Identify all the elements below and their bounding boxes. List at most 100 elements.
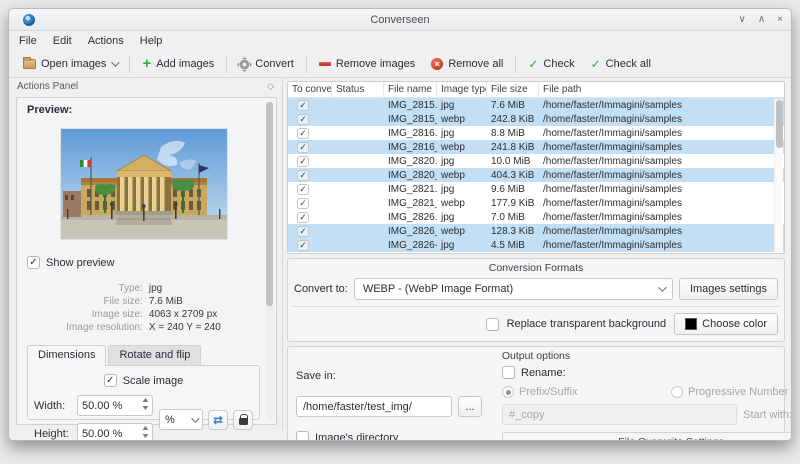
show-preview-label: Show preview — [46, 256, 115, 269]
table-row[interactable]: ✓ IMG_2826-M... jpg 4.5 MiB /home/faster… — [288, 238, 784, 252]
menubar: File Edit Actions Help — [9, 31, 791, 51]
height-value: 50.00 % — [82, 427, 123, 440]
replace-transparent-background-checkbox[interactable]: ✓ — [485, 317, 499, 331]
check-all-button[interactable]: ✓ Check all — [583, 55, 659, 73]
row-to-convert-checkbox[interactable]: ✓ — [297, 169, 309, 181]
width-spinner[interactable]: 50.00 % ▲ ▼ — [77, 395, 153, 416]
add-images-label: Add images — [156, 58, 215, 70]
output-options-group: Output options Save in: ... ✓ Image's di… — [287, 346, 791, 440]
gear-icon — [239, 58, 251, 70]
actions-panel-header: Actions Panel ◇ — [9, 78, 282, 95]
table-scrollbar[interactable] — [774, 99, 783, 252]
minimize-button[interactable]: ∨ — [739, 14, 746, 25]
remove-images-button[interactable]: Remove images — [311, 55, 423, 73]
file-overwrite-settings-group: File Overwrite Settings Always Ask Skip … — [502, 432, 791, 440]
add-images-button[interactable]: + Add images — [134, 55, 222, 73]
actions-panel: Actions Panel ◇ Preview: ✓ Show preview … — [9, 78, 283, 440]
col-file-size[interactable]: File size — [487, 82, 539, 98]
info-resolution-value: X = 240 Y = 240 — [148, 322, 221, 333]
spinner-arrows-icon[interactable]: ▲ ▼ — [141, 425, 151, 440]
table-row[interactable]: ✓ IMG_2821.jpg jpg 9.6 MiB /home/faster/… — [288, 182, 784, 196]
row-to-convert-checkbox[interactable]: ✓ — [297, 211, 309, 223]
unit-select[interactable]: % — [159, 409, 203, 430]
lock-ratio-button[interactable] — [233, 409, 253, 430]
row-to-convert-checkbox[interactable]: ✓ — [297, 127, 309, 139]
table-row[interactable]: ✓ IMG_2815_co... webp 242.8 KiB /home/fa… — [288, 112, 784, 126]
progressive-number-label: Progressive Number — [688, 386, 789, 398]
scale-image-checkbox[interactable]: ✓ — [103, 374, 117, 387]
toolbar-separator — [129, 55, 131, 73]
table-row[interactable]: ✓ IMG_2815.jpg jpg 7.6 MiB /home/faster/… — [288, 98, 784, 112]
table-row[interactable]: ✓ IMG_2816.jpg jpg 8.8 MiB /home/faster/… — [288, 126, 784, 140]
col-file-path[interactable]: File path — [539, 82, 784, 98]
image-info: Type: jpg File size: 7.6 MiB Image size:… — [66, 283, 221, 333]
table-row[interactable]: ✓ IMG_2821_co... webp 177.9 KiB /home/fa… — [288, 196, 784, 210]
row-to-convert-checkbox[interactable]: ✓ — [297, 225, 309, 237]
row-to-convert-checkbox[interactable]: ✓ — [297, 141, 309, 153]
actions-panel-title: Actions Panel — [17, 81, 79, 92]
open-images-button[interactable]: Open images — [15, 55, 125, 73]
save-in-label: Save in: — [296, 370, 336, 382]
titlebar: Converseen ∨ ∧ × — [9, 9, 791, 31]
table-row[interactable]: ✓ IMG_2826_co... webp 128.3 KiB /home/fa… — [288, 224, 784, 238]
tab-dimensions[interactable]: Dimensions — [27, 345, 107, 366]
table-row[interactable]: ✓ IMG_2816_co... webp 241.8 KiB /home/fa… — [288, 140, 784, 154]
remove-all-button[interactable]: × Remove all — [423, 55, 511, 73]
rename-checkbox[interactable]: ✓ — [502, 366, 515, 379]
convert-button[interactable]: Convert — [231, 55, 302, 73]
progressive-number-radio[interactable] — [671, 386, 684, 398]
row-to-convert-checkbox[interactable]: ✓ — [297, 113, 309, 125]
check-icon: ✓ — [590, 57, 601, 71]
col-file-name[interactable]: File name — [384, 82, 437, 98]
show-preview-checkbox[interactable]: ✓ — [27, 256, 40, 269]
divider — [292, 306, 780, 307]
maximize-button[interactable]: ∧ — [758, 14, 765, 25]
panel-scrollbar[interactable] — [266, 102, 273, 420]
row-to-convert-checkbox[interactable]: ✓ — [297, 155, 309, 167]
check-label: Check — [543, 58, 575, 70]
convert-label: Convert — [255, 58, 294, 70]
row-to-convert-checkbox[interactable]: ✓ — [297, 183, 309, 195]
col-status[interactable]: Status — [332, 82, 384, 98]
menu-edit[interactable]: Edit — [53, 35, 72, 47]
rename-pattern-input[interactable] — [502, 404, 738, 425]
col-to-convert[interactable]: To convert — [288, 82, 332, 98]
table-row[interactable]: ✓ IMG_2820_co... webp 404.3 KiB /home/fa… — [288, 168, 784, 182]
menu-help[interactable]: Help — [140, 35, 163, 47]
save-path-input[interactable] — [296, 396, 452, 417]
table-body: ✓ IMG_2815.jpg jpg 7.6 MiB /home/faster/… — [288, 98, 784, 252]
table-header: To convert Status File name Image type F… — [288, 82, 784, 98]
convert-to-label: Convert to: — [294, 283, 348, 295]
preview-image — [59, 128, 228, 240]
preview-label: Preview: — [27, 104, 73, 116]
images-settings-button[interactable]: Images settings — [678, 278, 778, 300]
conversion-formats-title: Conversion Formats — [488, 262, 584, 274]
row-to-convert-checkbox[interactable]: ✓ — [297, 197, 309, 209]
output-options-title: Output options — [501, 350, 571, 362]
choose-color-button[interactable]: Choose color — [674, 313, 778, 335]
check-icon: ✓ — [528, 57, 539, 71]
open-images-label: Open images — [41, 58, 107, 70]
browse-button[interactable]: ... — [458, 396, 482, 417]
reset-dimensions-button[interactable]: ⇄ — [208, 409, 228, 430]
tab-rotate-and-flip[interactable]: Rotate and flip — [108, 345, 202, 365]
refresh-icon: ⇄ — [212, 412, 224, 427]
rename-label: Rename: — [521, 366, 566, 379]
row-to-convert-checkbox[interactable]: ✓ — [297, 239, 309, 251]
images-directory-checkbox[interactable]: ✓ — [296, 431, 309, 440]
prefix-suffix-radio[interactable] — [502, 386, 514, 398]
close-button[interactable]: × — [777, 14, 783, 25]
table-row[interactable]: ✓ IMG_2826.jpg jpg 7.0 MiB /home/faster/… — [288, 210, 784, 224]
file-overwrite-settings-title: File Overwrite Settings — [509, 436, 791, 440]
menu-file[interactable]: File — [19, 35, 37, 47]
format-select[interactable]: WEBP - (WebP Image Format) — [353, 278, 673, 300]
toolbar-separator — [226, 55, 228, 73]
height-spinner[interactable]: 50.00 % ▲ ▼ — [77, 423, 153, 440]
float-panel-icon[interactable]: ◇ — [267, 81, 274, 92]
col-image-type[interactable]: Image type — [437, 82, 487, 98]
check-button[interactable]: ✓ Check — [520, 55, 582, 73]
spinner-arrows-icon[interactable]: ▲ ▼ — [141, 397, 151, 413]
menu-actions[interactable]: Actions — [88, 35, 124, 47]
row-to-convert-checkbox[interactable]: ✓ — [297, 99, 309, 111]
table-row[interactable]: ✓ IMG_2820.jpg jpg 10.0 MiB /home/faster… — [288, 154, 784, 168]
